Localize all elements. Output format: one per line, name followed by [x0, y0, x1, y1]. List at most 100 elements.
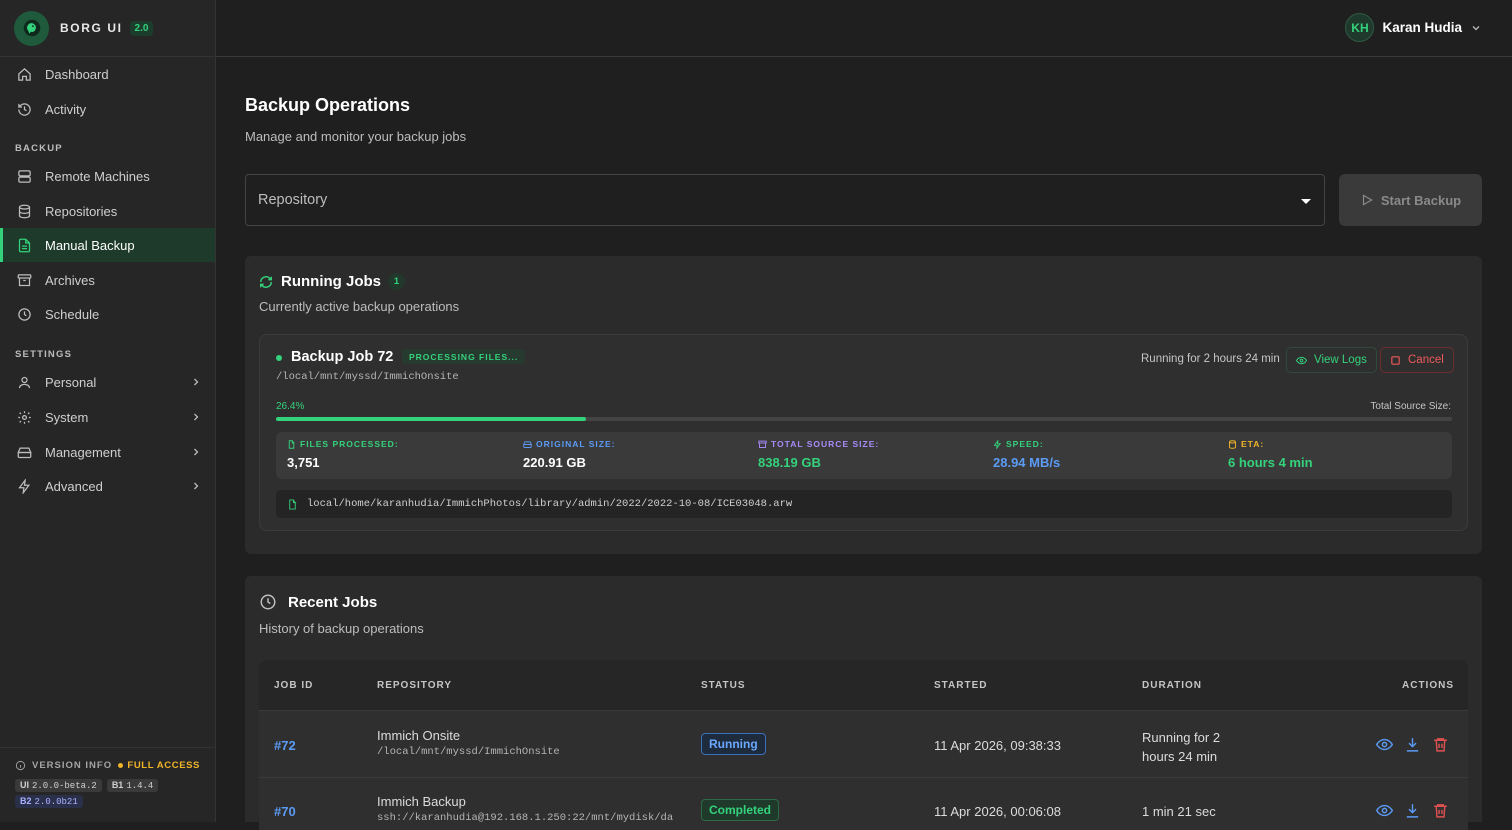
trash-icon[interactable]	[1432, 736, 1449, 753]
trash-icon[interactable]	[1432, 802, 1449, 819]
gear-icon	[18, 410, 31, 424]
nav-system[interactable]: System	[0, 400, 215, 434]
b2-version: 2.0.0b21	[34, 797, 78, 807]
progress-bar	[276, 417, 1452, 421]
lightning-icon	[993, 439, 1002, 449]
stat-value: 3,751	[287, 455, 320, 470]
info-icon	[15, 760, 26, 771]
row-actions	[1376, 736, 1449, 753]
repository-select[interactable]: Repository	[245, 174, 1325, 226]
recent-jobs-subtitle: History of backup operations	[259, 621, 424, 636]
repo-path: ssh://karanhudia@192.168.1.250:22/mnt/my…	[377, 812, 674, 824]
repo-path: /local/mnt/myssd/ImmichOnsite	[377, 746, 560, 758]
start-backup-button[interactable]: Start Backup	[1339, 174, 1482, 226]
nav-label: Schedule	[45, 306, 100, 322]
user-name: Karan Hudia	[1382, 20, 1462, 35]
nav-schedule[interactable]: Schedule	[0, 297, 215, 331]
brand-name: BORG UI	[60, 21, 123, 35]
ui-version-chip: UI 2.0.0-beta.2	[15, 779, 102, 792]
access-badge: FULL ACCESS	[118, 760, 200, 771]
stat-label: FILES PROCESSED:	[300, 439, 399, 449]
table-row: #72 Immich Onsite /local/mnt/myssd/Immic…	[259, 711, 1468, 778]
nav-remote-machines[interactable]: Remote Machines	[0, 159, 215, 193]
chevron-right-icon	[194, 482, 199, 490]
avatar: KH	[1345, 13, 1375, 42]
progress-percent: 26.4%	[276, 401, 305, 412]
repo-name: Immich Onsite	[377, 728, 461, 743]
total-source-label: Total Source Size:	[1370, 401, 1451, 412]
brand[interactable]: BORG UI 2.0	[0, 0, 215, 57]
lightning-icon	[18, 478, 31, 494]
repository-select-placeholder: Repository	[258, 192, 328, 208]
eye-icon[interactable]	[1376, 736, 1393, 753]
hard-drive-icon	[17, 447, 32, 458]
download-icon[interactable]	[1404, 736, 1421, 753]
running-jobs-panel: Running Jobs 1 Currently active backup o…	[245, 256, 1482, 554]
col-status: STATUS	[701, 680, 746, 691]
running-time: Running for 2 hours 24 min	[1141, 353, 1280, 365]
eye-icon[interactable]	[1376, 802, 1393, 819]
cancel-button[interactable]: Cancel	[1380, 347, 1454, 373]
page-title: Backup Operations	[245, 95, 411, 115]
view-logs-label: View Logs	[1314, 354, 1367, 366]
nav-dashboard[interactable]: Dashboard	[0, 57, 215, 91]
ui-version: 2.0.0-beta.2	[32, 781, 97, 791]
recent-jobs-table: JOB ID REPOSITORY STATUS STARTED DURATIO…	[259, 660, 1468, 830]
b1-version-key: B1	[111, 780, 124, 790]
stat-files-processed: FILES PROCESSED: 3,751	[287, 439, 399, 470]
nav-advanced[interactable]: Advanced	[0, 469, 215, 503]
archive-icon	[758, 440, 767, 448]
database-icon	[1229, 439, 1236, 449]
play-icon	[1362, 194, 1373, 206]
nav-manual-backup[interactable]: Manual Backup	[0, 228, 215, 262]
ui-version-key: UI	[20, 780, 29, 790]
recent-jobs-title: Recent Jobs	[259, 593, 377, 611]
running-jobs-title: Running Jobs 1	[259, 273, 405, 290]
view-logs-button[interactable]: View Logs	[1286, 347, 1377, 373]
running-count-badge: 1	[388, 273, 405, 290]
version-info: VERSION INFO FULL ACCESS UI 2.0.0-beta.2 …	[0, 747, 215, 822]
user-icon	[18, 376, 31, 388]
nav-label: System	[45, 409, 89, 425]
job-id-link[interactable]: #70	[274, 804, 296, 819]
job-id-link[interactable]: #72	[274, 738, 296, 753]
recent-jobs-panel: Recent Jobs History of backup operations…	[245, 576, 1482, 830]
nav-archives[interactable]: Archives	[0, 263, 215, 297]
version-info-label: VERSION INFO	[32, 760, 113, 771]
col-actions: ACTIONS	[1402, 680, 1454, 691]
nav-personal[interactable]: Personal	[0, 365, 215, 399]
col-started: STARTED	[934, 680, 988, 691]
nav-label: Remote Machines	[45, 168, 150, 184]
download-icon[interactable]	[1404, 802, 1421, 819]
nav-label: Activity	[45, 101, 87, 117]
repo-name: Immich Backup	[377, 794, 466, 809]
col-duration: DURATION	[1142, 680, 1203, 691]
stat-label: ETA:	[1241, 439, 1265, 449]
nav-label: Management	[45, 444, 121, 460]
job-status-badge: PROCESSING FILES...	[402, 349, 526, 364]
status-cell: Completed	[701, 799, 780, 821]
nav-label: Dashboard	[45, 66, 109, 82]
stat-label: TOTAL SOURCE SIZE:	[771, 439, 880, 449]
nav-repositories[interactable]: Repositories	[0, 194, 215, 228]
stat-label: SPEED:	[1006, 439, 1044, 449]
page-subtitle: Manage and monitor your backup jobs	[245, 129, 467, 144]
progress-bar-fill	[276, 417, 587, 421]
file-icon	[289, 498, 297, 510]
running-jobs-subtitle: Currently active backup operations	[259, 299, 460, 314]
stat-speed: SPEED: 28.94 MB/s	[993, 439, 1060, 470]
hard-drive-icon	[523, 440, 532, 448]
nav-label: Personal	[45, 374, 97, 390]
stat-value: 6 hours 4 min	[1228, 455, 1313, 470]
section-backup: BACKUP	[15, 143, 63, 154]
clock-icon	[18, 307, 31, 321]
nav-label: Repositories	[45, 203, 118, 219]
nav-activity[interactable]: Activity	[0, 92, 215, 126]
running-jobs-label: Running Jobs	[281, 273, 381, 290]
main-content: Backup Operations Manage and monitor you…	[216, 57, 1512, 830]
user-menu[interactable]: KH Karan Hudia	[1345, 13, 1482, 42]
topbar: KH Karan Hudia	[216, 0, 1512, 57]
nav-management[interactable]: Management	[0, 435, 215, 469]
status-badge: Running	[701, 733, 766, 755]
repo-cell: Immich Backup ssh://karanhudia@192.168.1…	[377, 794, 673, 824]
